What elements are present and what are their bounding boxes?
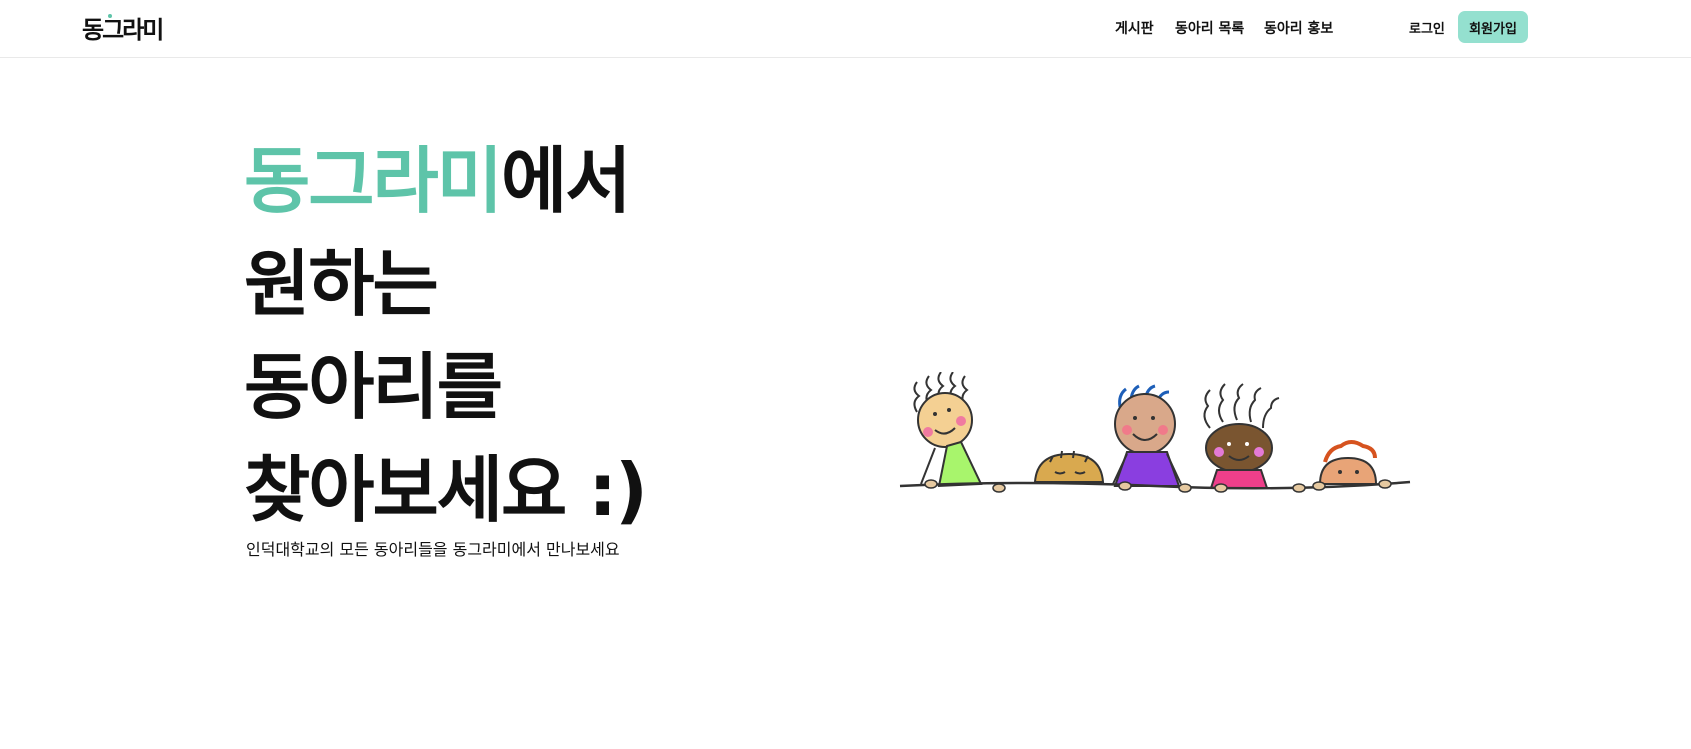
kid-peeking [1033,450,1105,483]
kid-yellow-hair [913,371,983,488]
hero-accent-text: 동그라미 [244,139,503,223]
kids-illustration-svg [899,371,1411,493]
login-button[interactable]: 로그인 [1409,18,1445,37]
hero-line-2: 원하는 [244,242,439,326]
site-logo[interactable]: 동그라미 [82,10,164,45]
nav-club-list[interactable]: 동아리 목록 [1175,18,1244,38]
kid-green-hair [1203,383,1280,489]
hero-line-3: 동아리를 [244,345,503,429]
hero-line-1: 동그라미에서 [244,130,804,233]
kid-purple-shirt [1112,384,1182,487]
nav-club-promo[interactable]: 동아리 홍보 [1264,18,1333,38]
hero-line-4: 찾아보세요 :) [244,448,648,532]
hero-subtitle: 인덕대학교의 모든 동아리들을 동그라미에서 만나보세요 [246,540,620,559]
kids-peeking-illustration [895,371,1415,536]
nav-board[interactable]: 게시판 [1115,18,1154,38]
hero-heading: 동그라미에서 원하는 동아리를 찾아보세요 :) [244,130,804,542]
site-header: 동그라미 게시판 동아리 목록 동아리 홍보 로그인 회원가입 [0,0,1691,58]
kid-orange-hair [1318,440,1378,485]
signup-button[interactable]: 회원가입 [1458,11,1528,43]
logo-dot-icon [108,14,112,18]
hero-line-1-rest: 에서 [500,139,631,223]
